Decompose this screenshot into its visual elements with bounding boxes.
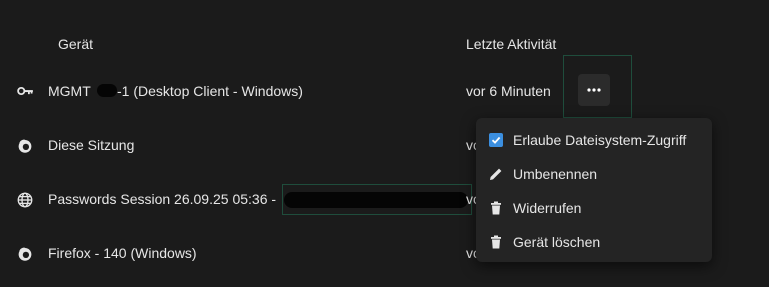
ellipsis-icon [587,88,601,92]
menu-item-label: Erlaube Dateisystem-Zugriff [513,132,687,148]
trash-icon [488,234,504,250]
firefox-icon [16,137,34,155]
menu-item-label: Umbenennen [513,166,598,182]
device-name: Firefox - 140 (Windows) [48,245,197,261]
key-icon [16,82,34,100]
more-options-button[interactable] [578,74,610,106]
menu-item-label: Gerät löschen [513,234,601,250]
device-name-suffix: -1 (Desktop Client - Windows) [117,83,303,99]
column-header-last-activity: Letzte Aktivität [466,36,557,52]
menu-item-rename[interactable]: Umbenennen [476,157,712,191]
checkbox-checked-icon[interactable] [488,132,504,148]
globe-icon [16,191,34,209]
trash-icon [488,200,504,216]
firefox-icon [16,245,34,263]
device-name: Diese Sitzung [48,137,135,153]
menu-item-label: Widerrufen [513,200,582,216]
device-name: Passwords Session 26.09.25 05:36 - [48,191,277,207]
column-header-device: Gerät [58,36,94,52]
context-menu: Erlaube Dateisystem-Zugriff Umbenennen W… [476,118,712,262]
redaction-mark [284,192,468,208]
last-activity: vor 6 Minuten [466,83,551,99]
menu-item-allow-filesystem-access[interactable]: Erlaube Dateisystem-Zugriff [476,123,712,157]
pencil-icon [488,166,504,182]
device-name-prefix: MGMT [48,83,91,99]
menu-item-delete-device[interactable]: Gerät löschen [476,225,712,259]
redaction-mark [97,84,117,97]
menu-item-revoke[interactable]: Widerrufen [476,191,712,225]
